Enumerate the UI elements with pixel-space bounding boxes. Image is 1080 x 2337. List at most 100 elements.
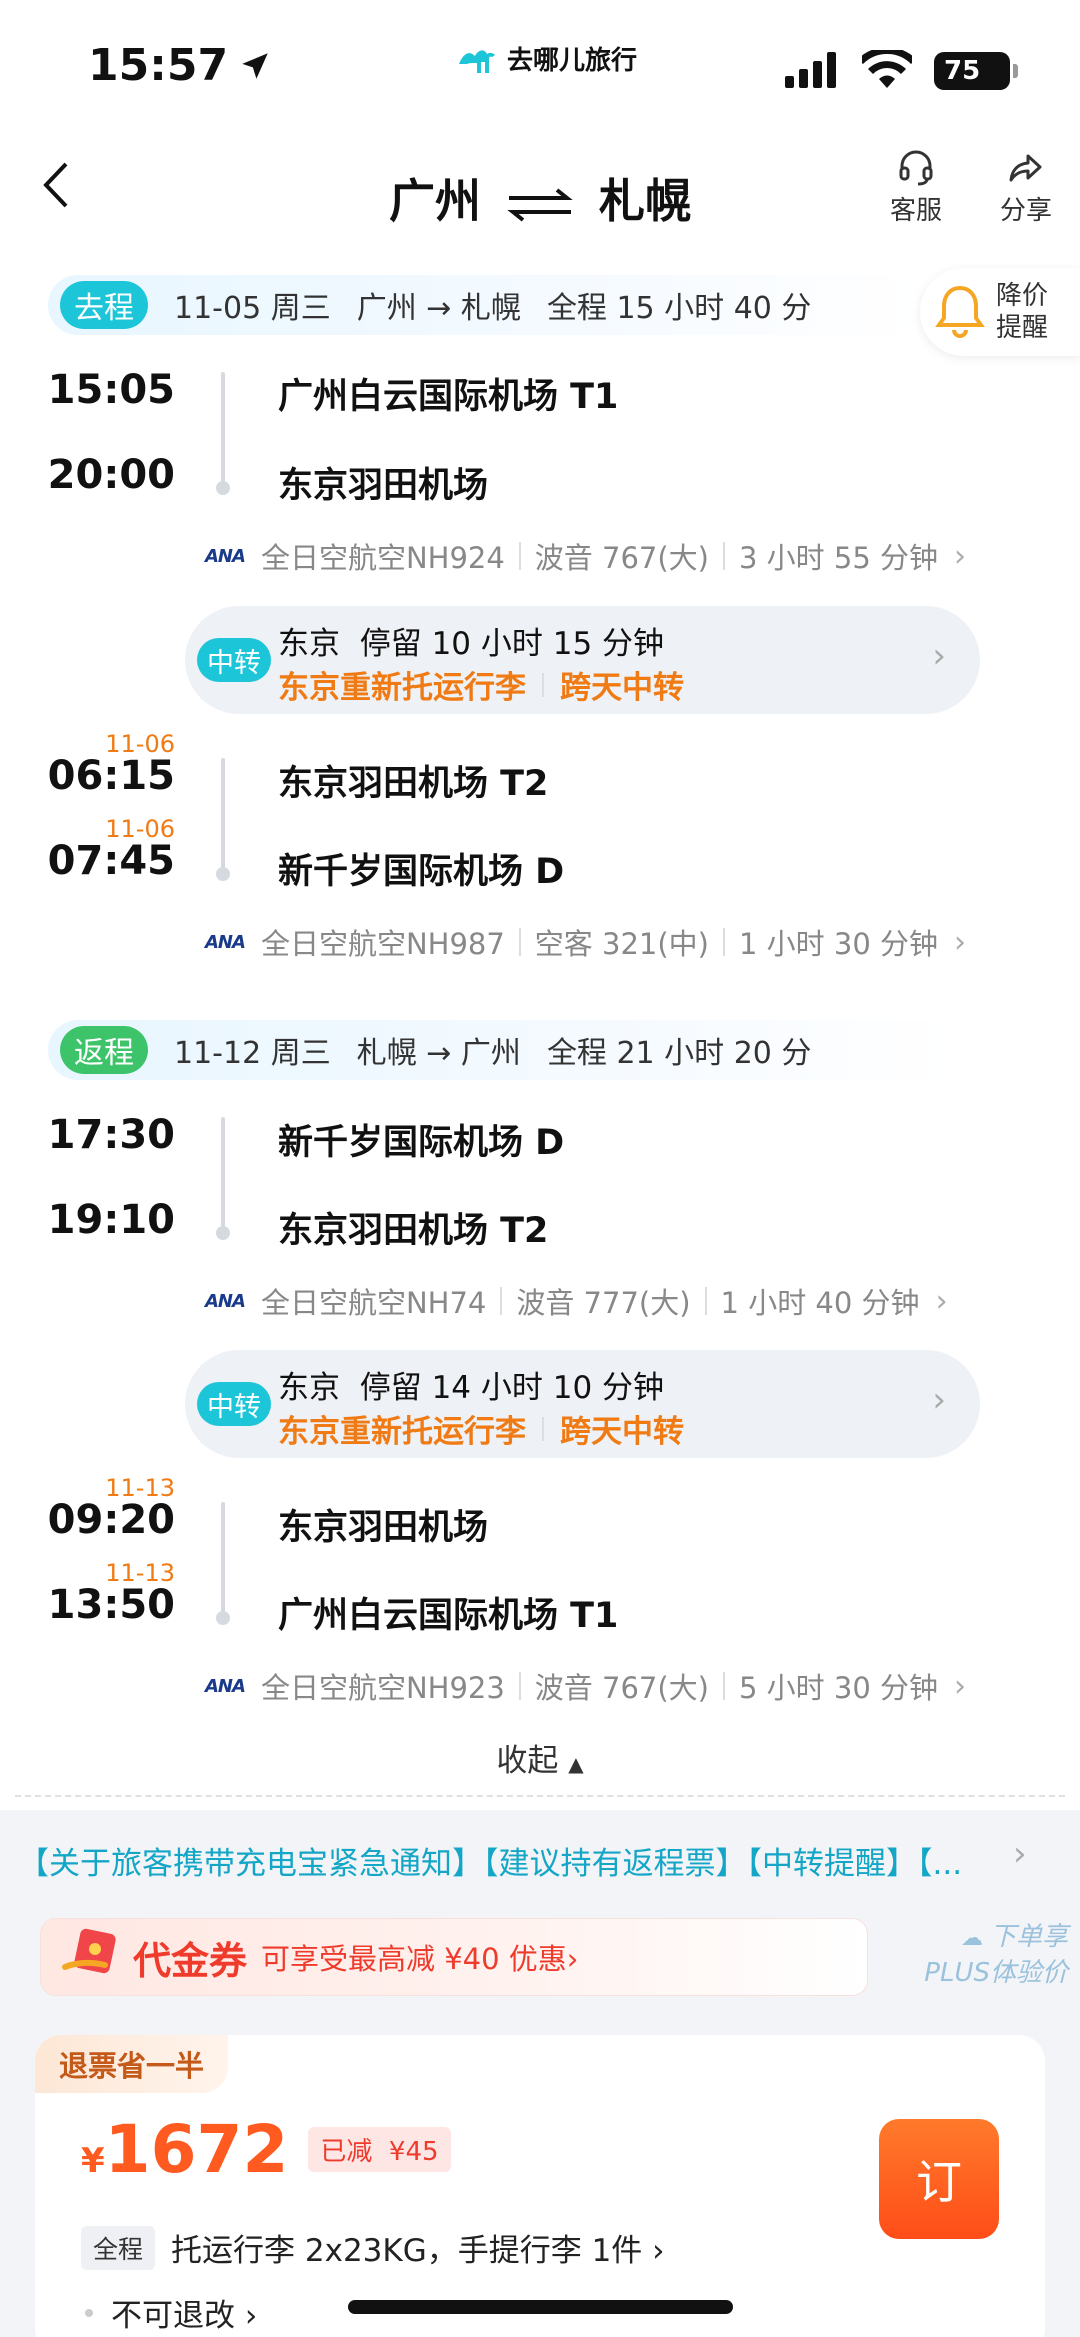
chevron-right-icon[interactable]: › — [1013, 1834, 1027, 1874]
refund-rule-row[interactable]: 不可退改 › — [85, 2290, 257, 2335]
airline-flight: 全日空航空NH987 — [260, 927, 505, 961]
arrival-airport: 东京羽田机场 — [278, 466, 489, 506]
chevron-right-icon: › — [932, 636, 946, 676]
discount-badge: 已减 ¥45 — [308, 2127, 451, 2172]
departure-airport: 东京羽田机场 T2 — [278, 764, 549, 804]
title-destination: 札幌 — [599, 174, 692, 228]
route-line — [221, 1117, 225, 1235]
price-value: 1672 — [104, 2111, 289, 2188]
outbound-summary: 去程 11-05 周三 广州 → 札幌 全程 15 小时 40 分 — [48, 275, 918, 335]
divider — [15, 1795, 1065, 1797]
chevron-right-icon: › — [954, 924, 967, 960]
collapse-button[interactable]: 收起 ▲ — [0, 1735, 1080, 1780]
voucher-desc: 可享受最高减 ¥40 优惠› — [261, 1942, 579, 1976]
transfer-notes: 东京重新托运行李 跨天中转 — [278, 670, 684, 706]
arrival-time: 07:45 — [47, 838, 175, 884]
book-button[interactable]: 订 — [879, 2119, 999, 2239]
signal-icon — [785, 52, 841, 92]
plus-line2: PLUS体验价 — [924, 1958, 1068, 1988]
refund-badge: 退票省一半 — [35, 2035, 229, 2093]
route-line — [221, 758, 225, 876]
wifi-icon — [858, 46, 916, 92]
share-button[interactable]: 分享 — [1000, 148, 1052, 227]
ana-logo-icon: ANA — [205, 545, 246, 567]
route-line — [221, 372, 225, 490]
return-tag: 返程 — [60, 1026, 148, 1074]
status-time-text: 15:57 — [88, 40, 229, 91]
home-indicator — [348, 2300, 733, 2314]
transfer-tag: 中转 — [197, 1382, 271, 1426]
route-dot — [216, 867, 230, 881]
departure-time: 06:15 — [47, 753, 175, 799]
customer-service-label: 客服 — [890, 196, 943, 226]
voucher-banner[interactable]: 代金券 可享受最高减 ¥40 优惠› — [40, 1918, 868, 1996]
airline-flight: 全日空航空NH923 — [260, 1671, 505, 1705]
outbound-route: 广州 → 札幌 — [356, 291, 521, 326]
return-summary: 返程 11-12 周三 札幌 → 广州 全程 21 小时 20 分 — [48, 1020, 958, 1080]
baggage-text: 托运行李 2x23KG，手提行李 1件 › — [171, 2233, 665, 2269]
arrival-airport: 广州白云国际机场 T1 — [278, 1596, 619, 1636]
flight-duration: 1 小时 30 分钟 — [739, 927, 939, 961]
notice-link[interactable]: 【关于旅客携带充电宝紧急通知】【建议持有返程票】【中转提醒】【... — [18, 1838, 1018, 1883]
share-label: 分享 — [1000, 196, 1053, 226]
flight-duration: 3 小时 55 分钟 — [739, 541, 939, 575]
brand-logo: 去哪儿旅行 — [455, 40, 637, 77]
battery-indicator: 75 — [934, 52, 1018, 90]
route-dot — [216, 481, 230, 495]
airline-flight: 全日空航空NH924 — [260, 541, 505, 575]
aircraft-type: 波音 777(大) — [516, 1286, 691, 1320]
price-alert-button[interactable]: 降价 提醒 — [920, 268, 1080, 356]
return-date: 11-12 周三 — [174, 1036, 331, 1071]
swap-arrows-icon — [507, 187, 573, 222]
aircraft-type: 波音 767(大) — [534, 1671, 709, 1705]
departure-time: 09:20 — [47, 1497, 175, 1543]
ana-logo-icon: ANA — [205, 1675, 246, 1697]
plus-line1: 下单享 — [989, 1922, 1068, 1952]
outbound-date: 11-05 周三 — [174, 291, 331, 326]
flight-duration: 5 小时 30 分钟 — [739, 1671, 939, 1705]
chevron-right-icon: › — [954, 538, 967, 574]
baggage-tag: 全程 — [81, 2225, 156, 2270]
ana-logo-icon: ANA — [205, 1290, 246, 1312]
flight-info-row[interactable]: ANA 全日空航空NH923 波音 767(大) 5 小时 30 分钟 › — [205, 1665, 966, 1707]
price-alert-line2: 提醒 — [996, 313, 1049, 343]
flight-info-row[interactable]: ANA 全日空航空NH74 波音 777(大) 1 小时 40 分钟 › — [205, 1280, 948, 1322]
arrival-time: 20:00 — [47, 452, 175, 498]
baggage-row[interactable]: 全程 托运行李 2x23KG，手提行李 1件 › — [81, 2225, 665, 2270]
status-time: 15:57 — [88, 40, 272, 91]
departure-airport: 东京羽田机场 — [278, 1508, 489, 1548]
chevron-right-icon: › — [954, 1668, 967, 1704]
ana-logo-icon: ANA — [205, 931, 246, 953]
route-line — [221, 1502, 225, 1620]
transfer-stay: 东京 停留 14 小时 10 分钟 — [278, 1370, 665, 1406]
location-arrow-icon — [242, 52, 268, 79]
currency-symbol: ¥ — [81, 2141, 105, 2181]
customer-service-button[interactable]: 客服 — [890, 148, 942, 227]
camel-icon — [459, 49, 495, 73]
arrival-time: 13:50 — [47, 1582, 175, 1628]
title-origin: 广州 — [388, 174, 481, 228]
headset-icon — [899, 150, 933, 186]
arrival-time: 19:10 — [47, 1197, 175, 1243]
aircraft-type: 波音 767(大) — [534, 541, 709, 575]
brand-name: 去哪儿旅行 — [507, 46, 638, 76]
flight-info-row[interactable]: ANA 全日空航空NH924 波音 767(大) 3 小时 55 分钟 › — [205, 535, 966, 577]
battery-level: 75 — [944, 56, 981, 86]
departure-time: 17:30 — [47, 1112, 175, 1158]
transfer-info[interactable]: 中转 东京 停留 10 小时 15 分钟 东京重新托运行李 跨天中转 › — [185, 606, 980, 714]
price-alert-line1: 降价 — [996, 281, 1049, 311]
aircraft-type: 空客 321(中) — [534, 927, 709, 961]
airline-flight: 全日空航空NH74 — [260, 1286, 487, 1320]
voucher-title: 代金券 — [133, 1938, 248, 1983]
cloud-icon: ☁ — [960, 1926, 990, 1951]
bell-icon — [935, 285, 985, 338]
arrival-airport: 新千岁国际机场 D — [278, 852, 565, 892]
transfer-info[interactable]: 中转 东京 停留 14 小时 10 分钟 东京重新托运行李 跨天中转 › — [185, 1350, 980, 1458]
collapse-label: 收起 — [496, 1743, 559, 1779]
chevron-right-icon: › — [935, 1283, 948, 1319]
refund-rule-text: 不可退改 › — [111, 2298, 258, 2334]
share-icon — [1009, 154, 1042, 182]
flight-info-row[interactable]: ANA 全日空航空NH987 空客 321(中) 1 小时 30 分钟 › — [205, 921, 966, 963]
route-dot — [216, 1226, 230, 1240]
route-dot — [216, 1611, 230, 1625]
